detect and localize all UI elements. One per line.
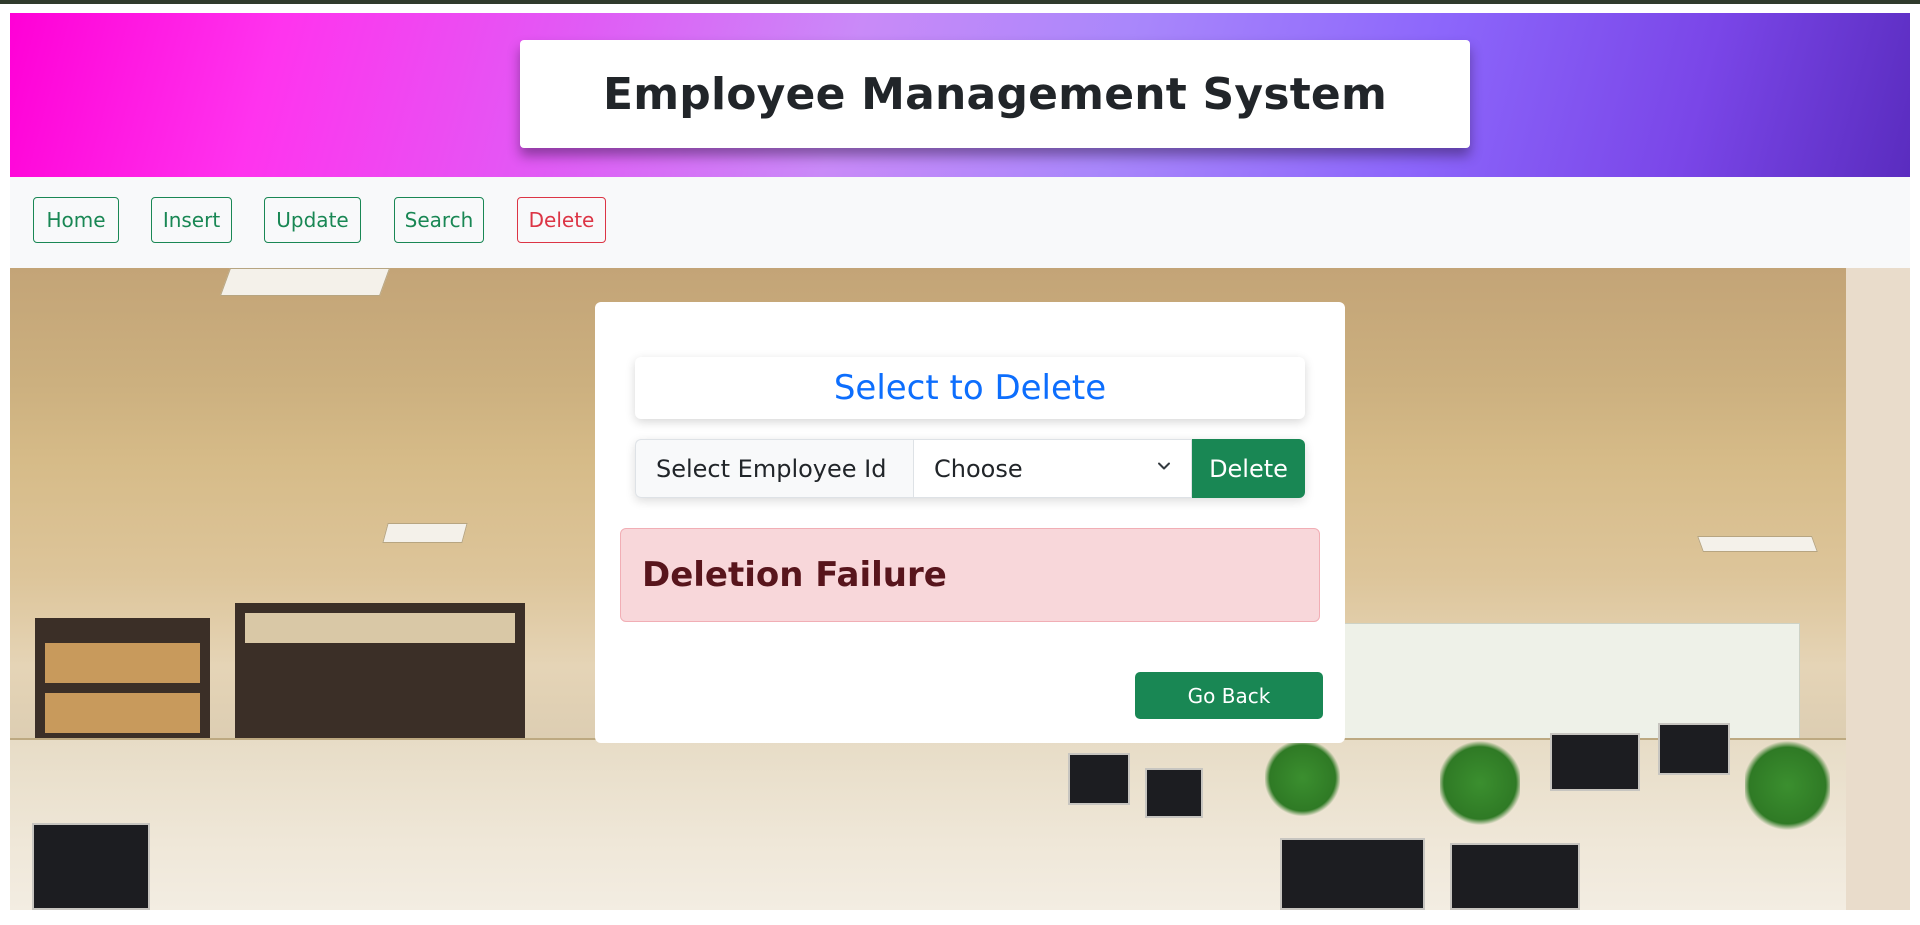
select-employee-label: Select Employee Id	[635, 439, 913, 498]
monitor	[32, 823, 150, 910]
monitor	[1068, 753, 1130, 805]
plant	[1265, 738, 1340, 818]
page-title: Employee Management System	[602, 68, 1388, 120]
chevron-down-icon	[1157, 459, 1171, 473]
monitor	[1280, 838, 1425, 910]
shelf-section	[245, 613, 515, 643]
shelf-section	[45, 693, 200, 733]
ceiling-light	[219, 268, 391, 296]
delete-card: Select to Delete Select Employee Id Choo…	[595, 302, 1345, 743]
plant	[1745, 738, 1830, 833]
error-alert: Deletion Failure	[620, 528, 1320, 622]
employee-id-select[interactable]: Choose	[913, 439, 1192, 498]
monitor	[1658, 723, 1730, 775]
plant	[1440, 738, 1520, 828]
nav-home-button[interactable]: Home	[33, 197, 119, 243]
monitor	[1145, 768, 1203, 818]
employee-select-group: Select Employee Id Choose Delete	[635, 439, 1305, 498]
ceiling-light	[1697, 536, 1818, 552]
card-heading: Select to Delete	[833, 368, 1107, 408]
navbar: Home Insert Update Search Delete	[10, 177, 1910, 268]
alert-message: Deletion Failure	[642, 555, 947, 595]
delete-submit-button[interactable]: Delete	[1192, 439, 1305, 498]
employee-id-select-value: Choose	[934, 454, 1023, 483]
right-wall	[1846, 268, 1910, 910]
shelf-section	[45, 643, 200, 683]
nav-delete-button[interactable]: Delete	[517, 197, 606, 243]
header-banner: Employee Management System	[10, 13, 1910, 177]
nav-insert-button[interactable]: Insert	[151, 197, 232, 243]
go-back-button[interactable]: Go Back	[1135, 672, 1323, 719]
ceiling-light	[382, 523, 468, 543]
monitor	[1450, 843, 1580, 910]
top-border	[0, 0, 1920, 4]
nav-update-button[interactable]: Update	[264, 197, 361, 243]
monitor	[1550, 733, 1640, 791]
title-card: Employee Management System	[520, 40, 1470, 148]
heading-box: Select to Delete	[635, 357, 1305, 419]
nav-search-button[interactable]: Search	[394, 197, 484, 243]
bottom-strip	[0, 910, 1920, 925]
